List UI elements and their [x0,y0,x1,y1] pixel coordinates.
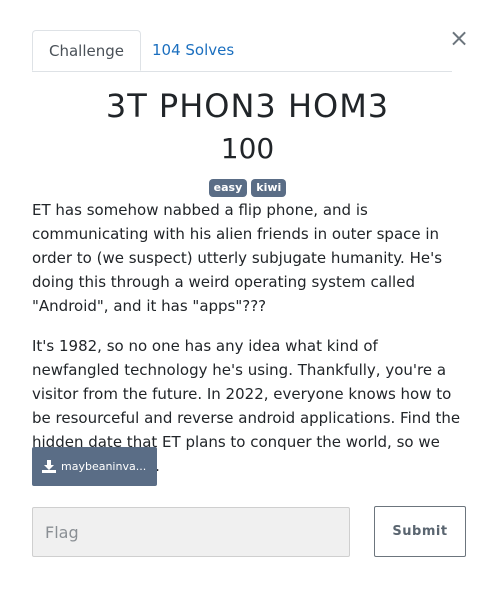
flag-input[interactable] [32,507,350,557]
download-icon [42,459,56,473]
tab-bar: Challenge 104 Solves [32,30,452,72]
description-paragraph: ET has somehow nabbed a flip phone, and … [32,201,443,315]
tag-badge: easy [208,179,248,197]
challenge-points: 100 [220,132,275,165]
close-icon[interactable]: × [449,26,469,50]
challenge-title: 3T PHON3 HOM3 [105,87,390,125]
file-name-label: maybeaninva... [61,460,147,473]
download-file-button[interactable]: maybeaninva... [32,447,157,486]
tab-solves[interactable]: 104 Solves [136,30,250,70]
submit-button[interactable]: Submit [374,506,466,557]
tag-list: easy kiwi [0,179,495,197]
tab-challenge[interactable]: Challenge [32,30,141,71]
tag-badge: kiwi [251,179,287,197]
